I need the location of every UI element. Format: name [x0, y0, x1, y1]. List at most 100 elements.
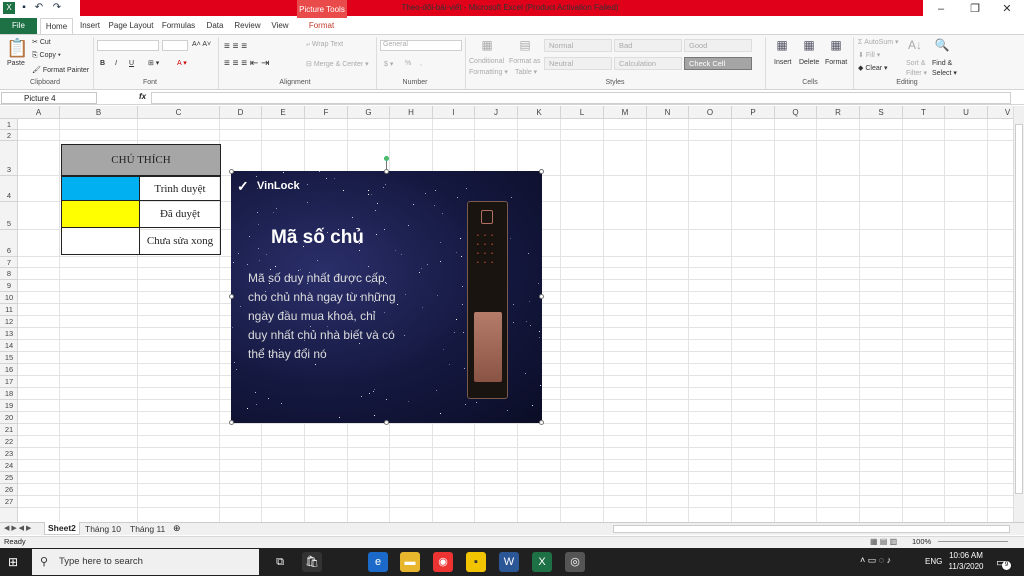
sheet-nav-icon[interactable]: ◀ ▶ ◀ ▶ — [4, 524, 31, 532]
currency-button[interactable]: $ ▾ — [384, 60, 393, 68]
format-cells-button[interactable]: Format — [825, 59, 847, 66]
chrome-icon[interactable]: ◉ — [433, 552, 453, 572]
column-header-B[interactable]: B — [60, 106, 138, 119]
font-size-select[interactable] — [162, 40, 188, 51]
clock[interactable]: 10:06 AM 11/3/2020 — [948, 550, 984, 572]
font-color-icon[interactable]: A ▾ — [177, 59, 187, 67]
column-header-C[interactable]: C — [138, 106, 220, 119]
insert-cells-icon[interactable]: ▦ — [773, 38, 791, 52]
row-header-7[interactable]: 7 — [0, 257, 18, 268]
windows-start-icon[interactable]: ⊞ — [8, 555, 18, 569]
edge-icon[interactable]: e — [368, 552, 388, 572]
save-icon[interactable]: ▪ — [18, 2, 30, 14]
row-header-6[interactable]: 6 — [0, 230, 18, 257]
comma-button[interactable]: , — [420, 60, 422, 67]
row-header-14[interactable]: 14 — [0, 340, 18, 352]
row-header-4[interactable]: 4 — [0, 176, 18, 202]
row-header-24[interactable]: 24 — [0, 460, 18, 472]
column-header-G[interactable]: G — [348, 106, 390, 119]
tab-data[interactable]: Data — [204, 18, 226, 34]
row-header-22[interactable]: 22 — [0, 436, 18, 448]
clear-button[interactable]: ◆ Clear ▾ — [858, 64, 888, 72]
number-format-select[interactable]: General — [380, 40, 462, 51]
vertical-scrollbar[interactable] — [1013, 106, 1024, 522]
paste-button[interactable]: Paste — [7, 60, 25, 67]
tab-file[interactable]: File — [0, 18, 37, 34]
row-header-10[interactable]: 10 — [0, 292, 18, 304]
row-header-18[interactable]: 18 — [0, 388, 18, 400]
tab-home[interactable]: Home — [40, 18, 73, 34]
sticky-notes-icon[interactable]: ▪ — [466, 552, 486, 572]
tab-page-layout[interactable]: Page Layout — [108, 18, 154, 34]
fill-button[interactable]: ⬇ Fill ▾ — [858, 51, 880, 59]
sheet-tab-active[interactable]: Sheet2 — [44, 522, 80, 535]
row-header-11[interactable]: 11 — [0, 304, 18, 316]
sheet-tab-thang10[interactable]: Tháng 10 — [85, 523, 121, 535]
tab-insert[interactable]: Insert — [77, 18, 103, 34]
row-header-3[interactable]: 3 — [0, 141, 18, 176]
row-header-20[interactable]: 20 — [0, 412, 18, 424]
legend-color-swatch-3[interactable] — [61, 227, 140, 255]
conditional-formatting-icon[interactable]: ▦ — [478, 38, 496, 52]
binoculars-icon[interactable]: 🔍 — [933, 38, 951, 52]
format-as-table-icon[interactable]: ▤ — [516, 38, 534, 52]
row-header-15[interactable]: 15 — [0, 352, 18, 364]
column-header-U[interactable]: U — [945, 106, 988, 119]
row-header-2[interactable]: 2 — [0, 130, 18, 141]
word-icon[interactable]: W — [499, 552, 519, 572]
italic-button[interactable]: I — [115, 60, 117, 67]
sort-filter-button[interactable]: Sort & — [906, 60, 925, 67]
row-header-13[interactable]: 13 — [0, 328, 18, 340]
fx-icon[interactable]: fx — [139, 92, 146, 101]
sort-filter-icon[interactable]: A↓ — [906, 38, 924, 52]
percent-button[interactable]: % — [405, 60, 411, 67]
tab-format[interactable]: Format — [300, 18, 343, 34]
grow-font-icon[interactable]: A˄ A˅ — [192, 41, 211, 48]
bold-button[interactable]: B — [100, 60, 105, 67]
column-header-F[interactable]: F — [305, 106, 348, 119]
excel-icon[interactable]: X — [532, 552, 552, 572]
task-view-icon[interactable]: ⧉ — [270, 552, 290, 572]
column-header-I[interactable]: I — [433, 106, 475, 119]
zoom-slider[interactable] — [938, 541, 1008, 542]
row-header-25[interactable]: 25 — [0, 472, 18, 484]
row-header-5[interactable]: 5 — [0, 202, 18, 230]
column-header-E[interactable]: E — [262, 106, 305, 119]
delete-cells-button[interactable]: Delete — [799, 59, 819, 66]
formula-input[interactable] — [151, 92, 1011, 104]
picture-4[interactable]: ✓ VinLock Mã số chủ Mã số duy nhất được … — [231, 171, 542, 423]
row-header-1[interactable]: 1 — [0, 119, 18, 130]
legend-label-1[interactable]: Trình duyệt — [139, 176, 221, 201]
autosum-button[interactable]: Σ AutoSum ▾ — [858, 38, 899, 46]
style-normal[interactable]: Normal — [544, 39, 612, 52]
legend-label-3[interactable]: Chưa sửa xong — [139, 227, 221, 255]
align-top-icon[interactable]: ≡ ≡ ≡ — [224, 41, 247, 52]
horizontal-scrollbar[interactable] — [613, 525, 1010, 533]
legend-color-swatch-2[interactable] — [61, 200, 140, 228]
column-header-K[interactable]: K — [518, 106, 561, 119]
zoom-level[interactable]: 100% — [912, 537, 931, 546]
column-header-R[interactable]: R — [817, 106, 860, 119]
file-explorer-icon[interactable]: ▬ — [400, 552, 420, 572]
row-header-17[interactable]: 17 — [0, 376, 18, 388]
column-header-D[interactable]: D — [220, 106, 262, 119]
style-bad[interactable]: Bad — [614, 39, 682, 52]
column-header-A[interactable]: A — [18, 106, 60, 119]
language-indicator[interactable]: ENG — [925, 557, 942, 566]
column-header-H[interactable]: H — [390, 106, 433, 119]
column-header-O[interactable]: O — [689, 106, 732, 119]
taskbar-search-input[interactable]: Type here to search — [32, 549, 259, 575]
align-left-icon[interactable]: ≡ ≡ ≡ ⇤ ⇥ — [224, 58, 269, 69]
column-header-N[interactable]: N — [647, 106, 689, 119]
format-cells-icon[interactable]: ▦ — [827, 38, 845, 52]
row-header-21[interactable]: 21 — [0, 424, 18, 436]
paste-icon[interactable]: 📋 — [6, 38, 28, 58]
copy-button[interactable]: ⎘ Copy ▾ — [32, 52, 61, 60]
row-header-9[interactable]: 9 — [0, 280, 18, 292]
redo-icon[interactable]: ↷ — [51, 2, 63, 14]
style-check-cell[interactable]: Check Cell — [684, 57, 752, 70]
style-good[interactable]: Good — [684, 39, 752, 52]
tab-view[interactable]: View — [269, 18, 291, 34]
column-header-Q[interactable]: Q — [775, 106, 817, 119]
column-header-T[interactable]: T — [903, 106, 945, 119]
